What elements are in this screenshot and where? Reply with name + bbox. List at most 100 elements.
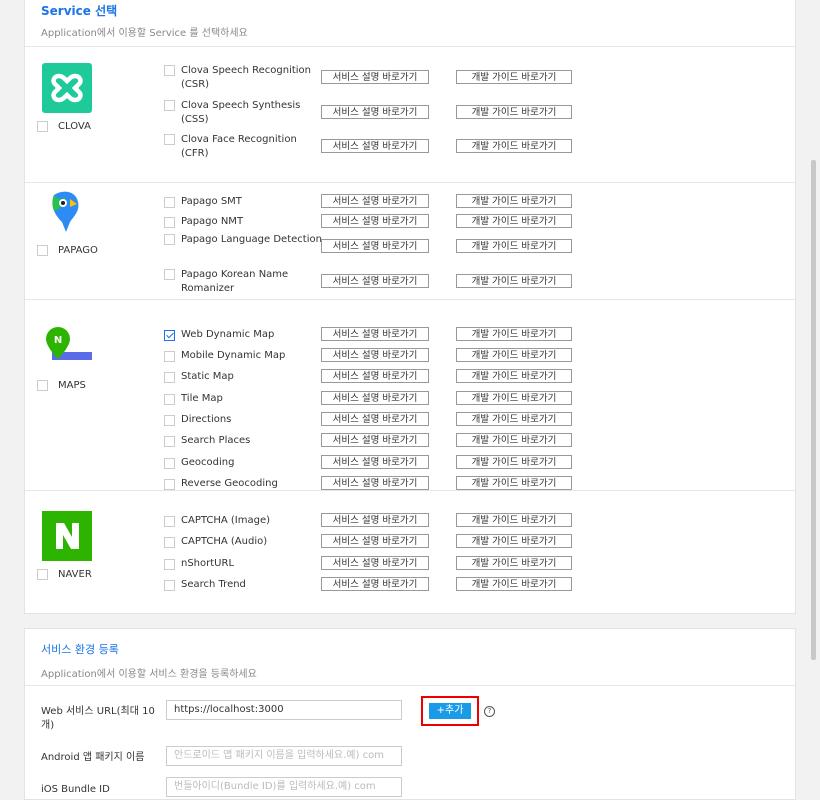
add-url-button[interactable]: +추가 xyxy=(421,696,479,726)
service-group-clova: CLOVA Clova Speech Recognition (CSR) 서비스 설… xyxy=(25,46,795,183)
service-desc-link[interactable]: 서비스 설명 바로가기 xyxy=(321,433,429,447)
service-checkbox[interactable] xyxy=(164,234,175,245)
service-desc-link[interactable]: 서비스 설명 바로가기 xyxy=(321,412,429,426)
dev-guide-link[interactable]: 개발 가이드 바로가기 xyxy=(456,214,572,228)
service-checkbox[interactable] xyxy=(164,65,175,76)
service-name: Search Places xyxy=(181,435,251,446)
service-desc-link[interactable]: 서비스 설명 바로가기 xyxy=(321,194,429,208)
service-desc-link[interactable]: 서비스 설명 바로가기 xyxy=(321,105,429,119)
dev-guide-link[interactable]: 개발 가이드 바로가기 xyxy=(456,513,572,527)
service-checkbox[interactable] xyxy=(164,536,175,548)
service-desc-link[interactable]: 서비스 설명 바로가기 xyxy=(321,534,429,548)
brand-maps: N MAPS xyxy=(37,322,117,391)
service-item: nShortURL xyxy=(164,557,327,571)
service-group-naver: NAVER CAPTCHA (Image) 서비스 설명 바로가기 개발 가이드 바로… xyxy=(25,490,795,612)
service-name: Search Trend xyxy=(181,579,246,590)
service-desc-link[interactable]: 서비스 설명 바로가기 xyxy=(321,70,429,84)
service-checkbox[interactable] xyxy=(164,515,175,527)
service-group-papago: PAPAGO Papago SMT 서비스 설명 바로가기 개발 가이드 바로가기 Pa… xyxy=(25,182,795,300)
web-url-input[interactable]: https://localhost:3000 xyxy=(166,700,402,720)
service-checkbox[interactable] xyxy=(164,414,175,426)
service-checkbox[interactable] xyxy=(164,478,175,490)
service-checkbox[interactable] xyxy=(164,558,175,570)
brand-label: NAVER xyxy=(58,569,92,580)
service-desc-link[interactable]: 서비스 설명 바로가기 xyxy=(321,577,429,591)
brand-checkbox-papago[interactable] xyxy=(37,245,48,256)
service-name: Papago Korean Name Romanizer xyxy=(181,269,289,294)
naver-logo-icon xyxy=(42,511,92,561)
service-checkbox[interactable] xyxy=(164,579,175,591)
service-desc-link[interactable]: 서비스 설명 바로가기 xyxy=(321,391,429,405)
svg-text:N: N xyxy=(54,335,62,346)
dev-guide-link[interactable]: 개발 가이드 바로가기 xyxy=(456,412,572,426)
service-name: Clova Face Recognition (CFR) xyxy=(181,134,297,159)
dev-guide-link[interactable]: 개발 가이드 바로가기 xyxy=(456,194,572,208)
android-package-input[interactable]: 안드로이드 앱 패키지 이름을 입력하세요.예) com xyxy=(166,746,402,766)
service-desc-link[interactable]: 서비스 설명 바로가기 xyxy=(321,274,429,288)
service-desc-link[interactable]: 서비스 설명 바로가기 xyxy=(321,513,429,527)
dev-guide-link[interactable]: 개발 가이드 바로가기 xyxy=(456,70,572,84)
service-item: Clova Speech Synthesis (CSS) xyxy=(164,99,327,127)
brand-checkbox-clova[interactable] xyxy=(37,121,48,132)
dev-guide-link[interactable]: 개발 가이드 바로가기 xyxy=(456,369,572,383)
service-desc-link[interactable]: 서비스 설명 바로가기 xyxy=(321,476,429,490)
dev-guide-link[interactable]: 개발 가이드 바로가기 xyxy=(456,105,572,119)
service-checkbox[interactable] xyxy=(164,269,175,280)
maps-logo-icon: N xyxy=(42,322,92,372)
brand-label: PAPAGO xyxy=(58,245,98,256)
service-name: Directions xyxy=(181,414,232,425)
dev-guide-link[interactable]: 개발 가이드 바로가기 xyxy=(456,348,572,362)
dev-guide-link[interactable]: 개발 가이드 바로가기 xyxy=(456,327,572,341)
service-desc-link[interactable]: 서비스 설명 바로가기 xyxy=(321,327,429,341)
dev-guide-link[interactable]: 개발 가이드 바로가기 xyxy=(456,433,572,447)
service-checkbox[interactable] xyxy=(164,350,175,362)
service-desc-link[interactable]: 서비스 설명 바로가기 xyxy=(321,556,429,570)
service-name: Tile Map xyxy=(181,393,223,404)
dev-guide-link[interactable]: 개발 가이드 바로가기 xyxy=(456,139,572,153)
service-checkbox[interactable] xyxy=(164,329,175,341)
service-select-subtitle: Application에서 이용할 Service 를 선택하세요 xyxy=(41,28,248,39)
service-select-title: Service 선택 xyxy=(41,4,118,18)
brand-label: MAPS xyxy=(58,380,86,391)
service-name: Geocoding xyxy=(181,457,235,468)
service-item: Search Places xyxy=(164,434,327,448)
brand-checkbox-maps[interactable] xyxy=(37,380,48,391)
dev-guide-link[interactable]: 개발 가이드 바로가기 xyxy=(456,577,572,591)
service-checkbox[interactable] xyxy=(164,196,175,208)
service-checkbox[interactable] xyxy=(164,100,175,111)
service-item: Papago Korean Name Romanizer xyxy=(164,268,327,296)
dev-guide-link[interactable]: 개발 가이드 바로가기 xyxy=(456,476,572,490)
service-item: Search Trend xyxy=(164,578,327,592)
service-checkbox[interactable] xyxy=(164,134,175,145)
brand-checkbox-naver[interactable] xyxy=(37,569,48,580)
brand-papago: PAPAGO xyxy=(37,187,117,256)
service-desc-link[interactable]: 서비스 설명 바로가기 xyxy=(321,455,429,469)
dev-guide-link[interactable]: 개발 가이드 바로가기 xyxy=(456,534,572,548)
service-checkbox[interactable] xyxy=(164,393,175,405)
service-checkbox[interactable] xyxy=(164,457,175,469)
service-desc-link[interactable]: 서비스 설명 바로가기 xyxy=(321,348,429,362)
dev-guide-link[interactable]: 개발 가이드 바로가기 xyxy=(456,455,572,469)
ios-bundle-input[interactable]: 번들아이디(Bundle ID)를 입력하세요.예) com xyxy=(166,777,402,797)
service-desc-link[interactable]: 서비스 설명 바로가기 xyxy=(321,214,429,228)
service-select-panel: Service 선택 Application에서 이용할 Service 를 선… xyxy=(24,0,796,614)
service-checkbox[interactable] xyxy=(164,216,175,228)
service-desc-link[interactable]: 서비스 설명 바로가기 xyxy=(321,239,429,253)
dev-guide-link[interactable]: 개발 가이드 바로가기 xyxy=(456,556,572,570)
service-item: CAPTCHA (Image) xyxy=(164,514,327,528)
service-checkbox[interactable] xyxy=(164,371,175,383)
service-desc-link[interactable]: 서비스 설명 바로가기 xyxy=(321,369,429,383)
add-url-button-label: +추가 xyxy=(428,703,472,719)
service-item: Mobile Dynamic Map xyxy=(164,349,327,363)
brand-clova: CLOVA xyxy=(37,63,117,132)
page-scrollbar[interactable] xyxy=(811,160,816,660)
dev-guide-link[interactable]: 개발 가이드 바로가기 xyxy=(456,239,572,253)
android-package-label: Android 앱 패키지 이름 xyxy=(41,752,145,763)
dev-guide-link[interactable]: 개발 가이드 바로가기 xyxy=(456,274,572,288)
service-desc-link[interactable]: 서비스 설명 바로가기 xyxy=(321,139,429,153)
service-checkbox[interactable] xyxy=(164,435,175,447)
help-icon[interactable]: ? xyxy=(484,706,495,717)
service-name: CAPTCHA (Image) xyxy=(181,515,271,526)
dev-guide-link[interactable]: 개발 가이드 바로가기 xyxy=(456,391,572,405)
brand-naver: NAVER xyxy=(37,511,117,580)
